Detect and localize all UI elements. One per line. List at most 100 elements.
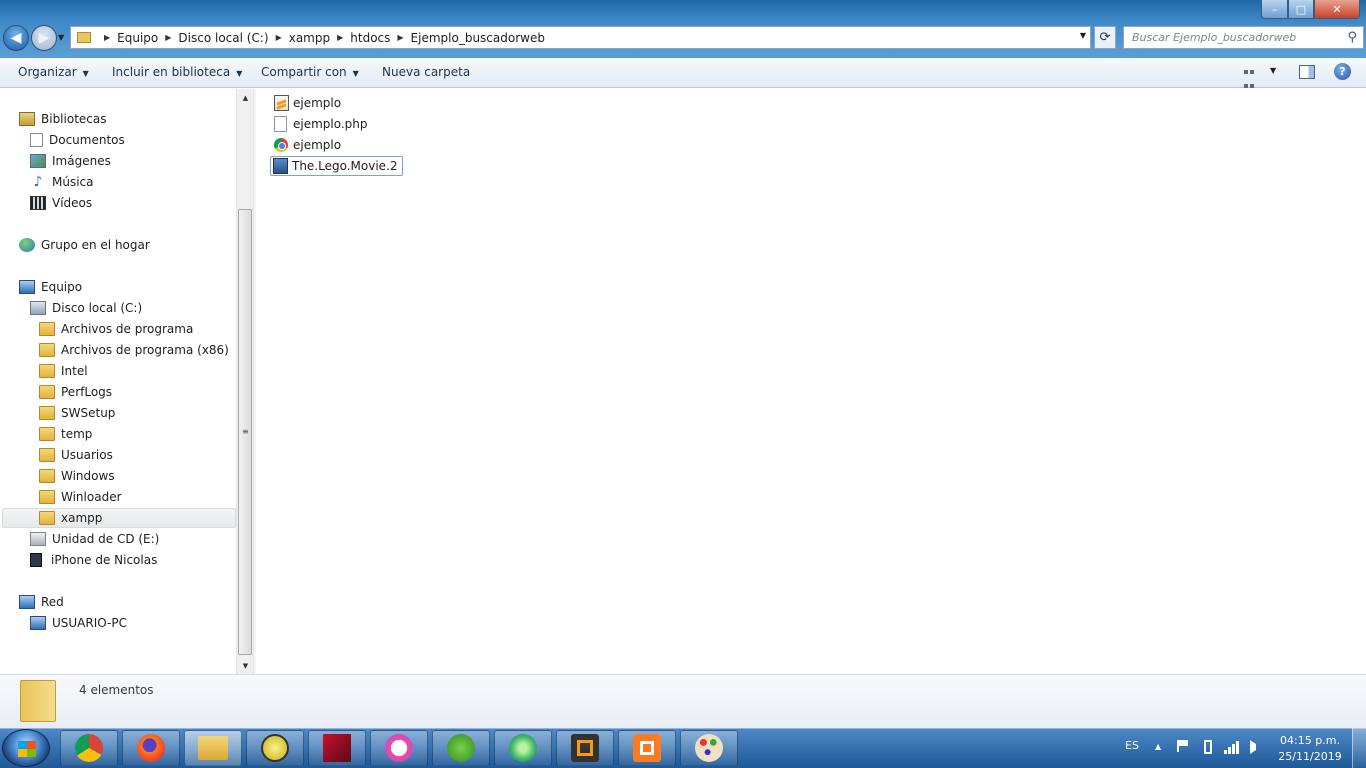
nav-label: Equipo [41, 280, 83, 294]
show-desktop-button[interactable] [1352, 728, 1366, 768]
breadcrumb-disco-local[interactable]: Disco local (C:) [178, 31, 268, 45]
nav-folder-swsetup[interactable]: SWSetup [39, 403, 115, 423]
nav-folder-winloader[interactable]: Winloader [39, 487, 122, 507]
taskbar-app-5[interactable] [308, 730, 366, 766]
scroll-down-arrow-icon[interactable]: ▼ [237, 657, 254, 674]
chevron-down-icon: ▼ [236, 69, 243, 78]
phone-icon [30, 553, 42, 567]
clock[interactable]: 04:15 p.m. 25/11/2019 [1274, 733, 1346, 765]
nav-item-music[interactable]: ♪ Música [30, 172, 94, 192]
taskbar-xampp[interactable] [618, 730, 676, 766]
maximize-button[interactable]: □ [1288, 0, 1314, 19]
nav-folder-usuarios[interactable]: Usuarios [39, 445, 113, 465]
homegroup-icon [19, 238, 35, 252]
chevron-right-icon[interactable]: ▶ [276, 33, 282, 42]
scroll-up-arrow-icon[interactable]: ▲ [237, 89, 254, 106]
start-button[interactable] [2, 729, 50, 767]
file-item-ejemplo-php[interactable]: ejemplo.php [272, 114, 372, 134]
action-center-flag-icon[interactable] [1177, 740, 1189, 752]
show-hidden-icons-icon[interactable]: ▲ [1155, 742, 1161, 751]
nav-folder-archivos-de-programa[interactable]: Archivos de programa [39, 319, 193, 339]
taskbar-chrome[interactable] [60, 730, 118, 766]
nav-label: Winloader [61, 490, 122, 504]
nav-item-cd-drive[interactable]: Unidad de CD (E:) [30, 529, 159, 549]
taskbar-app-4[interactable] [246, 730, 304, 766]
file-item-ejemplo-html[interactable]: ejemplo [272, 135, 345, 155]
taskbar-itunes[interactable] [370, 730, 428, 766]
nav-item-homegroup[interactable]: Grupo en el hogar [19, 235, 150, 255]
nav-item-images[interactable]: Imágenes [30, 151, 111, 171]
nav-folder-temp[interactable]: temp [39, 424, 92, 444]
breadcrumb-xampp[interactable]: xampp [289, 31, 330, 45]
taskbar-firefox[interactable] [122, 730, 180, 766]
include-library-button[interactable]: Incluir en biblioteca ▼ [112, 65, 242, 79]
help-icon[interactable]: ? [1334, 63, 1351, 80]
nav-label: Documentos [49, 133, 125, 147]
nav-item-computer[interactable]: Equipo [19, 277, 82, 297]
breadcrumb-htdocs[interactable]: htdocs [350, 31, 390, 45]
close-button[interactable]: ✕ [1314, 0, 1360, 19]
nav-item-libraries[interactable]: Bibliotecas [19, 109, 106, 129]
file-item-ejemplo-sublime[interactable]: ejemplo [272, 93, 345, 113]
nav-folder-perflogs[interactable]: PerfLogs [39, 382, 112, 402]
back-button[interactable]: ◀ [3, 25, 29, 51]
blank-file-icon [274, 116, 287, 132]
chevron-right-icon[interactable]: ▶ [165, 33, 171, 42]
forward-button[interactable]: ▶ [31, 25, 57, 51]
chevron-right-icon[interactable]: ▶ [104, 33, 110, 42]
nav-scrollbar[interactable]: ▲ ≡ ▼ [236, 89, 253, 674]
address-dropdown-icon[interactable]: ▼ [1080, 31, 1086, 40]
search-input[interactable] [1132, 31, 1332, 44]
utorrent-icon [447, 734, 475, 762]
minimize-button[interactable]: – [1261, 0, 1288, 19]
view-options-chevron-icon[interactable]: ▼ [1270, 66, 1276, 75]
itunes-icon [385, 734, 413, 762]
battery-icon[interactable] [1204, 740, 1212, 754]
breadcrumb-equipo[interactable]: Equipo [117, 31, 158, 45]
refresh-button[interactable]: ⟳ [1094, 26, 1116, 49]
nav-folder-intel[interactable]: Intel [39, 361, 88, 381]
nav-folder-archivos-de-programa-x86[interactable]: Archivos de programa (x86) [39, 340, 229, 360]
taskbar-atom[interactable] [494, 730, 552, 766]
share-button[interactable]: Compartir con ▼ [261, 65, 359, 79]
taskbar-paint[interactable] [680, 730, 738, 766]
nav-item-videos[interactable]: Vídeos [30, 193, 92, 213]
network-icon [19, 595, 35, 609]
file-name: ejemplo [293, 96, 342, 110]
taskbar-explorer[interactable] [184, 730, 242, 766]
folder-icon [39, 427, 55, 441]
windows-logo-icon [18, 741, 36, 757]
address-bar[interactable]: ▶ Equipo ▶ Disco local (C:) ▶ xampp ▶ ht… [70, 26, 1091, 49]
volume-icon[interactable] [1250, 740, 1266, 754]
scrollbar-thumb[interactable]: ≡ [238, 209, 252, 655]
recent-pages-chevron-icon[interactable]: ▼ [58, 33, 64, 42]
nav-folder-windows[interactable]: Windows [39, 466, 115, 486]
clock-time: 04:15 p.m. [1280, 734, 1340, 747]
nav-item-usuario-pc[interactable]: USUARIO-PC [30, 613, 127, 633]
nav-label: temp [61, 427, 93, 441]
chevron-right-icon[interactable]: ▶ [337, 33, 343, 42]
breadcrumb-ejemplo-buscadorweb[interactable]: Ejemplo_buscadorweb [411, 31, 545, 45]
change-view-icon[interactable] [1243, 64, 1259, 102]
taskbar-sublime[interactable] [556, 730, 614, 766]
language-indicator[interactable]: ES [1125, 739, 1139, 752]
organize-button[interactable]: Organizar ▼ [18, 65, 89, 79]
nav-item-network[interactable]: Red [19, 592, 64, 612]
search-icon[interactable]: ⚲ [1347, 30, 1357, 45]
file-list: ejemplo ejemplo.php ejemplo The.Lego.Mov… [256, 89, 1366, 674]
search-box[interactable]: ⚲ [1123, 26, 1364, 49]
nav-label: Imágenes [52, 154, 111, 168]
chevron-down-icon: ▼ [352, 69, 359, 78]
file-item-lego-movie[interactable]: The.Lego.Movie.2 [270, 156, 403, 176]
chevron-right-icon[interactable]: ▶ [397, 33, 403, 42]
network-signal-icon[interactable] [1224, 740, 1240, 754]
nav-item-iphone[interactable]: iPhone de Nicolas [30, 550, 157, 570]
preview-pane-icon[interactable] [1299, 65, 1315, 79]
nav-item-local-disk[interactable]: Disco local (C:) [30, 298, 142, 318]
nav-item-documents[interactable]: Documentos [30, 130, 125, 150]
folder-icon [39, 511, 55, 525]
nav-folder-xampp[interactable]: xampp [39, 508, 102, 528]
folder-icon [39, 406, 55, 420]
taskbar-utorrent[interactable] [432, 730, 490, 766]
new-folder-button[interactable]: Nueva carpeta [382, 65, 470, 79]
